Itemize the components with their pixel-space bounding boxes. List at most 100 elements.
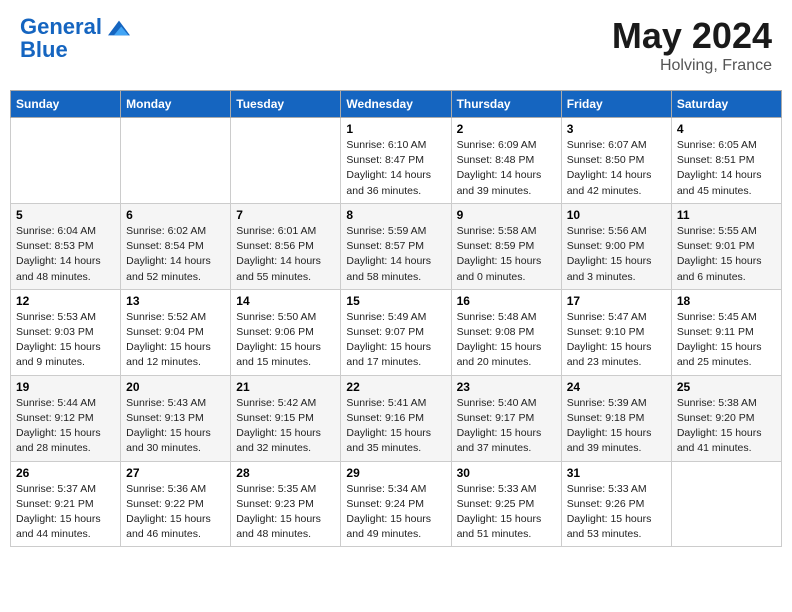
calendar-cell	[671, 461, 781, 547]
day-number: 31	[567, 466, 666, 480]
day-content: Sunrise: 5:50 AM Sunset: 9:06 PM Dayligh…	[236, 310, 335, 371]
header-sunday: Sunday	[11, 91, 121, 118]
calendar-cell: 23 Sunrise: 5:40 AM Sunset: 9:17 PM Dayli…	[451, 375, 561, 461]
header-friday: Friday	[561, 91, 671, 118]
day-content: Sunrise: 5:44 AM Sunset: 9:12 PM Dayligh…	[16, 396, 115, 457]
calendar-cell: 12Sunrise: 5:53 AM Sunset: 9:03 PM Dayli…	[11, 289, 121, 375]
calendar-cell: 28 Sunrise: 5:35 AM Sunset: 9:23 PM Dayli…	[231, 461, 341, 547]
day-content: Sunrise: 6:05 AM Sunset: 8:51 PM Dayligh…	[677, 138, 776, 199]
calendar-cell: 18 Sunrise: 5:45 AM Sunset: 9:11 PM Dayli…	[671, 289, 781, 375]
calendar-cell: 29 Sunrise: 5:34 AM Sunset: 9:24 PM Dayli…	[341, 461, 451, 547]
day-number: 27	[126, 466, 225, 480]
day-content: Sunrise: 5:58 AM Sunset: 8:59 PM Dayligh…	[457, 224, 556, 285]
day-content: Sunrise: 5:49 AM Sunset: 9:07 PM Dayligh…	[346, 310, 445, 371]
day-content: Sunrise: 5:43 AM Sunset: 9:13 PM Dayligh…	[126, 396, 225, 457]
day-number: 16	[457, 294, 556, 308]
header-monday: Monday	[121, 91, 231, 118]
title-block: May 2024 Holving, France	[612, 15, 772, 75]
calendar-cell: 31 Sunrise: 5:33 AM Sunset: 9:26 PM Dayli…	[561, 461, 671, 547]
day-number: 20	[126, 380, 225, 394]
calendar-cell: 6 Sunrise: 6:02 AM Sunset: 8:54 PM Daylig…	[121, 203, 231, 289]
day-number: 10	[567, 208, 666, 222]
day-content: Sunrise: 6:09 AM Sunset: 8:48 PM Dayligh…	[457, 138, 556, 199]
calendar-cell: 13 Sunrise: 5:52 AM Sunset: 9:04 PM Dayli…	[121, 289, 231, 375]
calendar-cell: 10Sunrise: 5:56 AM Sunset: 9:00 PM Dayli…	[561, 203, 671, 289]
day-content: Sunrise: 5:38 AM Sunset: 9:20 PM Dayligh…	[677, 396, 776, 457]
header-saturday: Saturday	[671, 91, 781, 118]
day-number: 22	[346, 380, 445, 394]
day-number: 30	[457, 466, 556, 480]
calendar-week-4: 19 Sunrise: 5:44 AM Sunset: 9:12 PM Dayli…	[11, 375, 782, 461]
day-number: 21	[236, 380, 335, 394]
day-content: Sunrise: 5:37 AM Sunset: 9:21 PM Dayligh…	[16, 482, 115, 543]
day-content: Sunrise: 5:34 AM Sunset: 9:24 PM Dayligh…	[346, 482, 445, 543]
day-number: 14	[236, 294, 335, 308]
day-number: 24	[567, 380, 666, 394]
calendar-cell: 30Sunrise: 5:33 AM Sunset: 9:25 PM Dayli…	[451, 461, 561, 547]
calendar-cell: 26 Sunrise: 5:37 AM Sunset: 9:21 PM Dayli…	[11, 461, 121, 547]
calendar-cell: 11 Sunrise: 5:55 AM Sunset: 9:01 PM Dayli…	[671, 203, 781, 289]
day-number: 26	[16, 466, 115, 480]
calendar-cell: 19 Sunrise: 5:44 AM Sunset: 9:12 PM Dayli…	[11, 375, 121, 461]
calendar-cell: 5Sunrise: 6:04 AM Sunset: 8:53 PM Daylig…	[11, 203, 121, 289]
header-thursday: Thursday	[451, 91, 561, 118]
calendar-cell: 15 Sunrise: 5:49 AM Sunset: 9:07 PM Dayli…	[341, 289, 451, 375]
calendar-cell: 20 Sunrise: 5:43 AM Sunset: 9:13 PM Dayli…	[121, 375, 231, 461]
logo-icon	[108, 17, 130, 39]
day-number: 18	[677, 294, 776, 308]
day-number: 11	[677, 208, 776, 222]
calendar-cell: 21 Sunrise: 5:42 AM Sunset: 9:15 PM Dayli…	[231, 375, 341, 461]
calendar-cell: 9Sunrise: 5:58 AM Sunset: 8:59 PM Daylig…	[451, 203, 561, 289]
calendar-table: SundayMondayTuesdayWednesdayThursdayFrid…	[10, 90, 782, 547]
day-content: Sunrise: 5:35 AM Sunset: 9:23 PM Dayligh…	[236, 482, 335, 543]
calendar-cell: 24 Sunrise: 5:39 AM Sunset: 9:18 PM Dayli…	[561, 375, 671, 461]
day-content: Sunrise: 5:59 AM Sunset: 8:57 PM Dayligh…	[346, 224, 445, 285]
day-number: 28	[236, 466, 335, 480]
calendar-cell: 1Sunrise: 6:10 AM Sunset: 8:47 PM Daylig…	[341, 118, 451, 204]
day-number: 4	[677, 122, 776, 136]
day-content: Sunrise: 5:53 AM Sunset: 9:03 PM Dayligh…	[16, 310, 115, 371]
page-header: General Blue May 2024 Holving, France	[10, 10, 782, 80]
logo: General Blue	[20, 15, 130, 63]
day-number: 25	[677, 380, 776, 394]
day-content: Sunrise: 5:55 AM Sunset: 9:01 PM Dayligh…	[677, 224, 776, 285]
calendar-cell: 16 Sunrise: 5:48 AM Sunset: 9:08 PM Dayli…	[451, 289, 561, 375]
day-number: 23	[457, 380, 556, 394]
logo-text: General	[20, 14, 130, 39]
day-number: 2	[457, 122, 556, 136]
day-number: 19	[16, 380, 115, 394]
day-content: Sunrise: 5:41 AM Sunset: 9:16 PM Dayligh…	[346, 396, 445, 457]
day-number: 7	[236, 208, 335, 222]
day-content: Sunrise: 6:10 AM Sunset: 8:47 PM Dayligh…	[346, 138, 445, 199]
day-content: Sunrise: 6:02 AM Sunset: 8:54 PM Dayligh…	[126, 224, 225, 285]
day-number: 3	[567, 122, 666, 136]
calendar-cell: 8 Sunrise: 5:59 AM Sunset: 8:57 PM Daylig…	[341, 203, 451, 289]
month-year-title: May 2024	[612, 15, 772, 57]
day-content: Sunrise: 6:01 AM Sunset: 8:56 PM Dayligh…	[236, 224, 335, 285]
calendar-header-row: SundayMondayTuesdayWednesdayThursdayFrid…	[11, 91, 782, 118]
day-content: Sunrise: 5:42 AM Sunset: 9:15 PM Dayligh…	[236, 396, 335, 457]
day-content: Sunrise: 5:52 AM Sunset: 9:04 PM Dayligh…	[126, 310, 225, 371]
calendar-week-1: 1Sunrise: 6:10 AM Sunset: 8:47 PM Daylig…	[11, 118, 782, 204]
day-content: Sunrise: 5:48 AM Sunset: 9:08 PM Dayligh…	[457, 310, 556, 371]
calendar-cell: 7 Sunrise: 6:01 AM Sunset: 8:56 PM Daylig…	[231, 203, 341, 289]
day-content: Sunrise: 6:04 AM Sunset: 8:53 PM Dayligh…	[16, 224, 115, 285]
day-number: 13	[126, 294, 225, 308]
calendar-cell: 4 Sunrise: 6:05 AM Sunset: 8:51 PM Daylig…	[671, 118, 781, 204]
location-title: Holving, France	[612, 57, 772, 75]
day-content: Sunrise: 5:33 AM Sunset: 9:26 PM Dayligh…	[567, 482, 666, 543]
day-content: Sunrise: 5:45 AM Sunset: 9:11 PM Dayligh…	[677, 310, 776, 371]
logo-blue-text: Blue	[20, 37, 68, 62]
day-content: Sunrise: 5:40 AM Sunset: 9:17 PM Dayligh…	[457, 396, 556, 457]
day-content: Sunrise: 6:07 AM Sunset: 8:50 PM Dayligh…	[567, 138, 666, 199]
day-content: Sunrise: 5:39 AM Sunset: 9:18 PM Dayligh…	[567, 396, 666, 457]
day-number: 29	[346, 466, 445, 480]
calendar-cell: 27 Sunrise: 5:36 AM Sunset: 9:22 PM Dayli…	[121, 461, 231, 547]
day-number: 8	[346, 208, 445, 222]
calendar-cell: 17Sunrise: 5:47 AM Sunset: 9:10 PM Dayli…	[561, 289, 671, 375]
day-number: 15	[346, 294, 445, 308]
calendar-cell: 14 Sunrise: 5:50 AM Sunset: 9:06 PM Dayli…	[231, 289, 341, 375]
day-content: Sunrise: 5:36 AM Sunset: 9:22 PM Dayligh…	[126, 482, 225, 543]
day-number: 6	[126, 208, 225, 222]
calendar-cell	[11, 118, 121, 204]
